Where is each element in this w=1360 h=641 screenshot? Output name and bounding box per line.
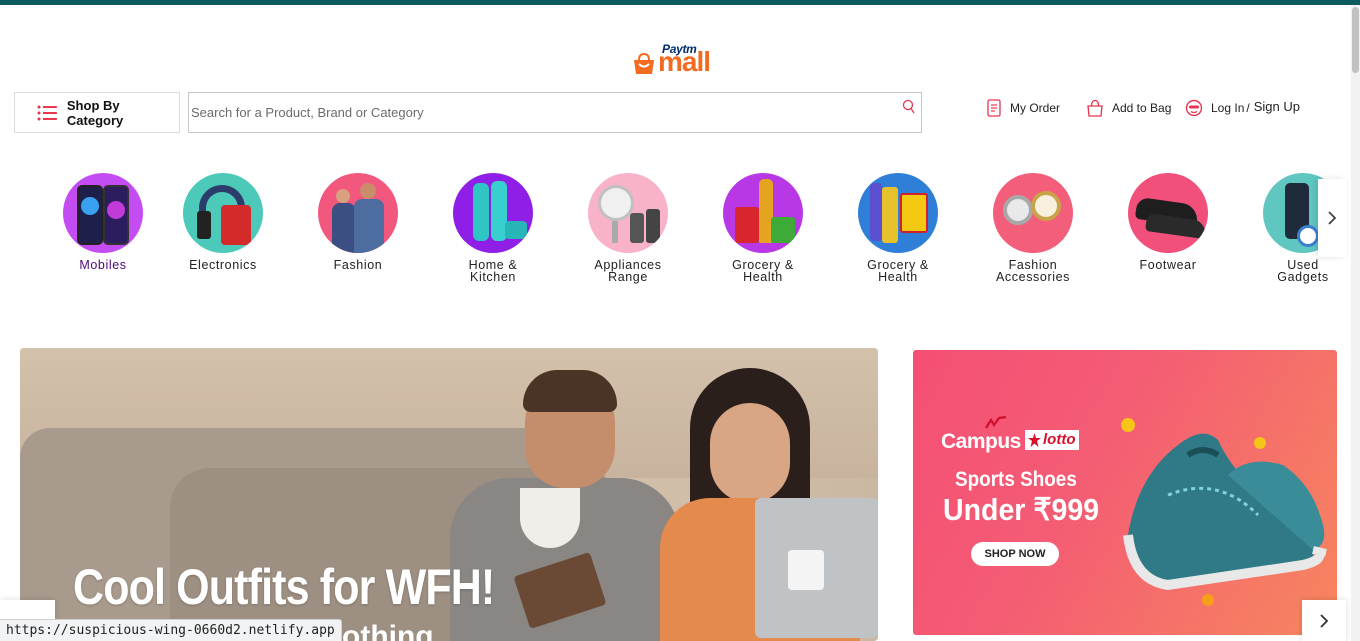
side-banner-line1: Sports Shoes (955, 468, 1077, 491)
scrollbar-thumb[interactable] (1352, 7, 1359, 73)
banner-headline: Cool Outfits for WFH! (73, 559, 495, 615)
grocery-health-icon (858, 173, 938, 253)
add-to-bag-label: Add to Bag (1112, 101, 1172, 115)
chevron-right-icon (1328, 211, 1337, 225)
login-link[interactable]: Log In (1211, 101, 1244, 115)
main-promo-banner[interactable]: Cool Outfits for WFH! Clothing (20, 348, 878, 641)
user-icon (1185, 99, 1203, 117)
chevron-right-icon (1320, 613, 1329, 628)
banner-next-button[interactable] (1302, 600, 1346, 641)
category-label: Used Gadgets (1277, 258, 1329, 284)
category-label: Home & Kitchen (468, 258, 518, 284)
campus-swoosh-icon (985, 416, 1007, 429)
side-banner-line2: Under ₹999 (943, 492, 1100, 527)
search-icon[interactable] (901, 99, 915, 115)
order-icon (987, 99, 1001, 117)
category-footwear[interactable]: Footwear (1108, 172, 1228, 271)
category-electronics[interactable]: Electronics (163, 172, 283, 271)
status-bar-url: https://suspicious-wing-0660d2.netlify.a… (0, 619, 342, 641)
shopping-bag-icon (1087, 99, 1103, 117)
login-separator: / (1246, 101, 1250, 115)
category-carousel: Mobiles Electronics Fashion Home & Kitche… (0, 172, 1351, 292)
search-input[interactable] (189, 93, 889, 132)
category-grocery-health[interactable]: Grocery & Health (838, 172, 958, 283)
category-label: Electronics (189, 258, 257, 272)
shop-by-category-label: Shop By Category (66, 97, 124, 128)
electronics-icon (183, 173, 263, 253)
category-label: Footwear (1139, 258, 1197, 272)
top-accent-bar (0, 0, 1360, 5)
shop-by-category-button[interactable]: Shop By Category (14, 92, 180, 133)
appliances-icon (588, 173, 668, 253)
login-signup-group: Log In / Sign Up (1185, 96, 1300, 120)
fashion-accessories-icon (993, 173, 1073, 253)
add-to-bag-link[interactable]: Add to Bag (1086, 96, 1171, 120)
category-label: Fashion (333, 258, 383, 272)
category-label: Grocery & Health (732, 258, 794, 284)
category-label: Mobiles (79, 258, 127, 272)
signup-link[interactable]: Sign Up (1254, 99, 1300, 114)
category-label: Appliances Range (594, 258, 662, 284)
mobiles-icon (63, 173, 143, 253)
category-grocery-health[interactable]: Grocery & Health (703, 172, 823, 283)
shop-now-button[interactable]: SHOP NOW (971, 542, 1059, 566)
grocery-health-icon (723, 173, 803, 253)
my-order-link[interactable]: My Order (986, 96, 1060, 120)
logo-mall-text: mall (658, 46, 711, 77)
category-home-kitchen[interactable]: Home & Kitchen (433, 172, 553, 283)
fashion-icon (318, 173, 398, 253)
page-scrollbar[interactable] (1351, 5, 1360, 641)
logo-bag-icon (634, 52, 654, 74)
category-fashion-accessories[interactable]: Fashion Accessories (973, 172, 1093, 283)
search-bar (188, 92, 922, 133)
category-next-button[interactable] (1318, 179, 1346, 257)
side-promo-banner[interactable]: Campus lotto Sports Shoes Under ₹999 SHO… (913, 350, 1337, 635)
paytm-mall-logo[interactable]: Paytm mall (632, 42, 722, 82)
home-kitchen-icon (453, 173, 533, 253)
category-mobiles[interactable]: Mobiles (43, 172, 163, 271)
category-label: Grocery & Health (867, 258, 929, 284)
sports-shoe-image (1121, 418, 1327, 606)
category-label: Fashion Accessories (996, 258, 1070, 284)
menu-list-icon (37, 105, 57, 120)
lotto-brand-logo: lotto (1025, 430, 1080, 450)
campus-brand-logo: Campus (941, 430, 1021, 453)
category-fashion[interactable]: Fashion (298, 172, 418, 271)
category-appliances[interactable]: Appliances Range (568, 172, 688, 283)
my-order-label: My Order (1010, 101, 1061, 115)
lotto-star-icon (1028, 433, 1041, 447)
footwear-icon (1128, 173, 1208, 253)
